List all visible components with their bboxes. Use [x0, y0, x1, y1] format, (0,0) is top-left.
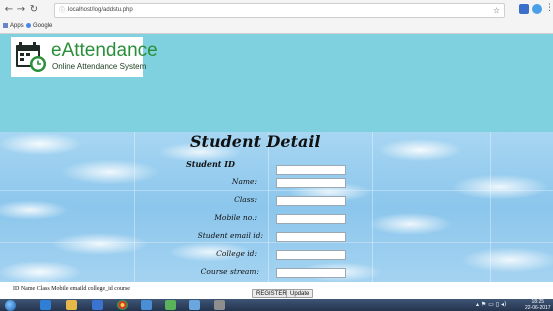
- bookmark-label: Apps: [10, 23, 24, 29]
- class-label: Class:: [234, 195, 257, 204]
- tile-divider: [134, 132, 135, 282]
- mobile-label: Mobile no.:: [214, 213, 257, 222]
- logo: eAttendance Online Attendance System: [11, 37, 158, 77]
- logo-subtitle: Online Attendance System: [52, 62, 147, 71]
- student-id-input[interactable]: [276, 165, 346, 175]
- bookmark-google[interactable]: Google: [26, 20, 52, 32]
- folder-icon[interactable]: [66, 300, 77, 310]
- logo-title: eAttendance: [51, 40, 158, 61]
- chrome-icon[interactable]: [117, 300, 128, 310]
- media-icon[interactable]: [92, 300, 103, 310]
- extension-icon[interactable]: [519, 4, 529, 14]
- app-icon[interactable]: [189, 300, 200, 310]
- taskbar: ▴ ⚑ ▭ ▯ ◂) 18:25 22-06-2017: [0, 299, 553, 311]
- tile-divider: [0, 190, 553, 191]
- menu-icon[interactable]: ⋮: [545, 3, 553, 13]
- app-icon[interactable]: [165, 300, 176, 310]
- bookmarks-bar: Apps Google: [0, 20, 553, 32]
- bookmark-apps[interactable]: Apps: [3, 20, 24, 32]
- reload-icon[interactable]: ↻: [28, 4, 40, 16]
- clock[interactable]: 18:25 22-06-2017: [525, 299, 551, 311]
- name-label: Name:: [231, 177, 257, 186]
- email-input[interactable]: [276, 232, 346, 242]
- start-icon[interactable]: [5, 300, 16, 311]
- course-stream-input[interactable]: [276, 268, 346, 278]
- system-tray[interactable]: ▴ ⚑ ▭ ▯ ◂): [476, 301, 506, 308]
- google-icon: [26, 22, 31, 28]
- browser-chrome: ← → ↻ ⓘ localhost/log/addstu.php ☆ ⋮ App…: [0, 0, 553, 34]
- form-title: Student Detail: [190, 132, 321, 151]
- address-url: localhost/log/addstu.php: [68, 7, 133, 13]
- calendar-clock-icon: [16, 42, 46, 72]
- ie-icon[interactable]: [40, 300, 51, 310]
- register-button[interactable]: REGISTER: [252, 289, 291, 298]
- browser-toolbar: ← → ↻ ⓘ localhost/log/addstu.php ☆ ⋮: [0, 0, 553, 20]
- columns-text: ID Name Class Mobile emaild college_id c…: [13, 286, 130, 292]
- college-id-label: College id:: [216, 249, 257, 258]
- clock-date: 22-06-2017: [525, 305, 551, 311]
- apps-grid-icon: [3, 22, 8, 28]
- tile-divider: [0, 242, 553, 243]
- email-label: Student email id:: [197, 231, 263, 240]
- tile-divider: [372, 132, 373, 282]
- name-input[interactable]: [276, 178, 346, 188]
- forward-icon[interactable]: →: [15, 4, 27, 16]
- address-bar[interactable]: ⓘ localhost/log/addstu.php ☆: [54, 3, 505, 18]
- course-stream-label: Course stream:: [200, 267, 259, 276]
- college-id-input[interactable]: [276, 250, 346, 260]
- tile-divider: [268, 132, 269, 282]
- bookmark-label: Google: [33, 23, 53, 29]
- bookmark-star-icon[interactable]: ☆: [493, 4, 500, 17]
- back-icon[interactable]: ←: [3, 4, 15, 16]
- account-icon[interactable]: [532, 4, 542, 14]
- mobile-input[interactable]: [276, 214, 346, 224]
- update-button[interactable]: Update: [286, 289, 314, 298]
- app-icon[interactable]: [214, 300, 225, 310]
- class-input[interactable]: [276, 196, 346, 206]
- info-icon[interactable]: ⓘ: [59, 4, 65, 17]
- student-id-label: Student ID: [186, 159, 235, 169]
- app-icon[interactable]: [141, 300, 152, 310]
- tile-divider: [490, 132, 491, 282]
